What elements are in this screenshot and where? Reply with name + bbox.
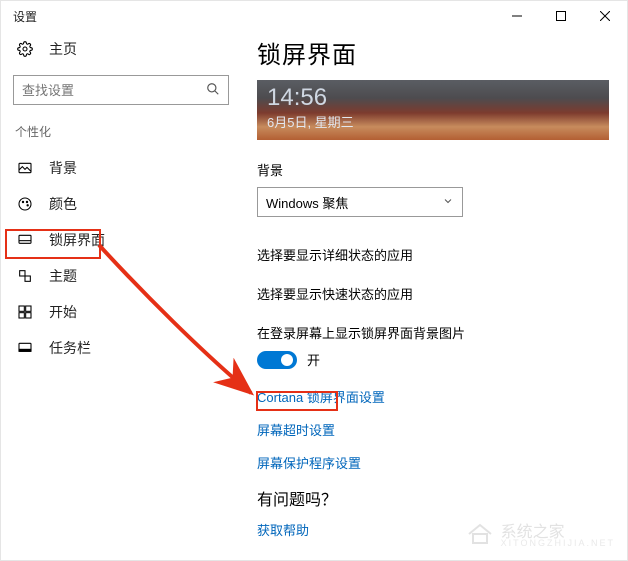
sidebar-item-colors[interactable]: 颜色: [1, 186, 241, 222]
taskbar-icon: [15, 340, 35, 356]
sidebar-item-themes[interactable]: 主题: [1, 258, 241, 294]
sidebar-item-label: 任务栏: [49, 338, 91, 358]
sidebar-item-start[interactable]: 开始: [1, 294, 241, 330]
sidebar-item-label: 开始: [49, 302, 77, 322]
sidebar-item-label: 颜色: [49, 194, 77, 214]
theme-icon: [15, 268, 35, 284]
cortana-lockscreen-link[interactable]: Cortana 锁屏界面设置: [257, 387, 615, 406]
sidebar-item-label: 锁屏界面: [49, 230, 105, 250]
house-icon: [465, 520, 495, 546]
login-bg-toggle[interactable]: [257, 351, 297, 369]
section-label: 个性化: [1, 123, 241, 150]
login-bg-label: 在登录屏幕上显示锁屏界面背景图片: [257, 323, 615, 342]
home-label: 主页: [49, 39, 77, 59]
picture-icon: [15, 160, 35, 176]
maximize-button[interactable]: [539, 1, 583, 31]
screen-timeout-link[interactable]: 屏幕超时设置: [257, 420, 615, 439]
sidebar-item-label: 背景: [49, 158, 77, 178]
background-label: 背景: [257, 160, 615, 179]
search-input[interactable]: [22, 83, 206, 98]
search-input-container[interactable]: [13, 75, 229, 105]
preview-time: 14:56: [267, 86, 599, 110]
settings-window: 设置 主页 个性化 背景: [0, 0, 628, 561]
search-icon: [206, 82, 220, 99]
quick-status-label: 选择要显示快速状态的应用: [257, 284, 615, 303]
close-button[interactable]: [583, 1, 627, 31]
background-value: Windows 聚焦: [266, 193, 348, 212]
lockscreen-icon: [15, 232, 35, 248]
palette-icon: [15, 196, 35, 212]
sidebar-item-background[interactable]: 背景: [1, 150, 241, 186]
chevron-down-icon: [442, 195, 454, 210]
minimize-button[interactable]: [495, 1, 539, 31]
lockscreen-preview[interactable]: 14:56 6月5日, 星期三: [257, 80, 609, 140]
faq-heading: 有问题吗？: [257, 486, 615, 510]
toggle-on-text: 开: [307, 350, 320, 369]
window-title: 设置: [13, 8, 37, 25]
login-bg-toggle-row: 开: [257, 350, 615, 369]
sidebar-item-lockscreen[interactable]: 锁屏界面: [1, 222, 241, 258]
watermark: 系统之家 XITONGZHIJIA.NET: [465, 518, 615, 548]
sidebar: 主页 个性化 背景 颜色 锁屏界面: [1, 31, 241, 366]
screensaver-link[interactable]: 屏幕保护程序设置: [257, 453, 615, 472]
preview-date: 6月5日, 星期三: [267, 112, 599, 131]
toggle-knob: [281, 354, 293, 366]
sidebar-item-taskbar[interactable]: 任务栏: [1, 330, 241, 366]
gear-icon: [15, 41, 35, 57]
home-button[interactable]: 主页: [1, 31, 241, 67]
sidebar-item-label: 主题: [49, 266, 77, 286]
titlebar: 设置: [1, 1, 627, 31]
page-title: 锁屏界面: [257, 35, 615, 70]
start-icon: [15, 304, 35, 320]
content-pane: 锁屏界面 14:56 6月5日, 星期三 背景 Windows 聚焦 选择要显示…: [257, 35, 621, 560]
background-select[interactable]: Windows 聚焦: [257, 187, 463, 217]
detail-status-label: 选择要显示详细状态的应用: [257, 245, 615, 264]
